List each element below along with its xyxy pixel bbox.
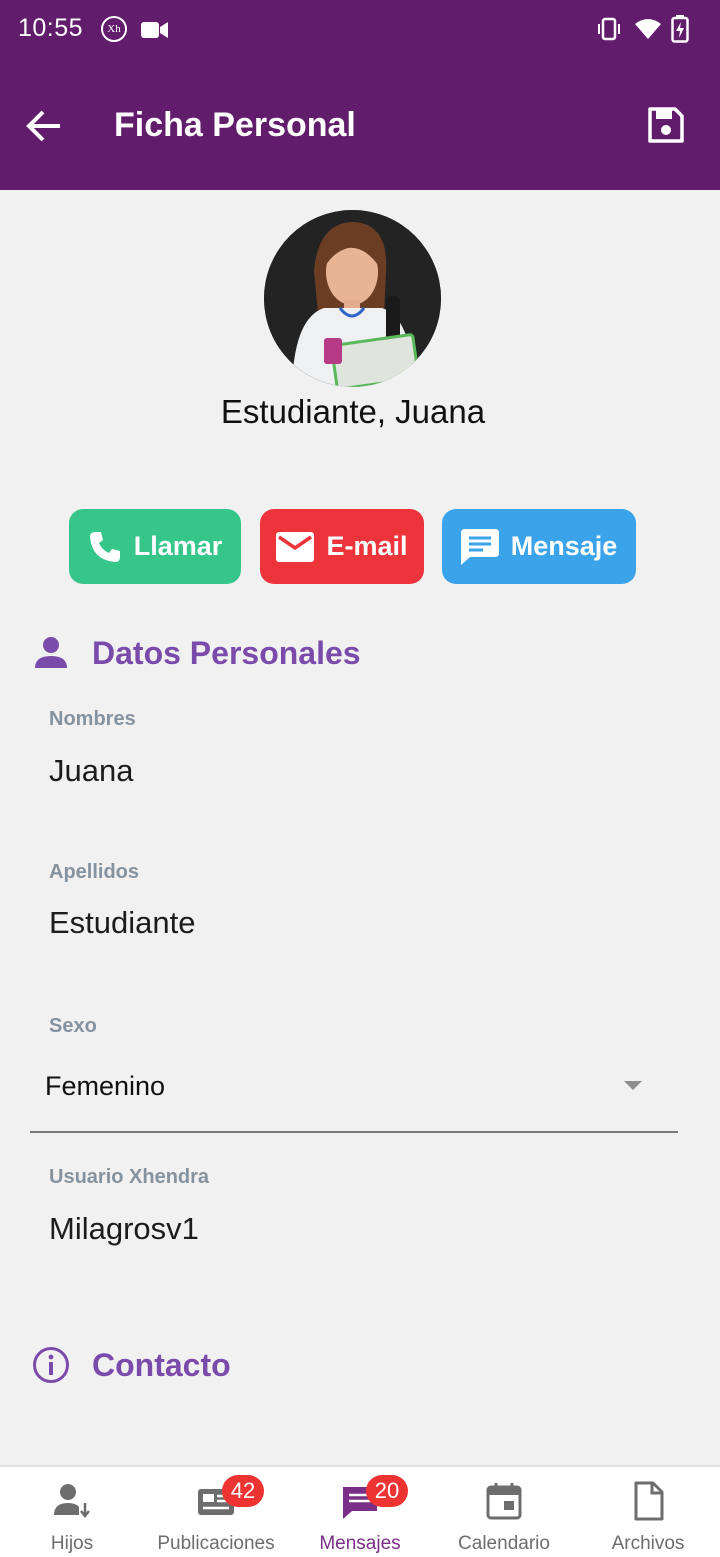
nav-label-calendario: Calendario	[458, 1533, 550, 1554]
first-name-label: Nombres	[49, 708, 136, 730]
nav-item-publicaciones[interactable]: 42 Publicaciones	[144, 1467, 288, 1557]
username-value[interactable]: Milagrosv1	[49, 1211, 199, 1247]
sex-select[interactable]: Femenino	[45, 1071, 165, 1102]
status-time: 10:55	[18, 14, 84, 42]
nav-item-calendario[interactable]: Calendario	[432, 1467, 576, 1557]
wifi-icon	[635, 19, 661, 39]
student-avatar	[264, 210, 441, 387]
nav-label-archivos: Archivos	[611, 1533, 685, 1554]
calendar-icon	[486, 1483, 522, 1520]
page-title: Ficha Personal	[114, 106, 356, 144]
dropdown-arrow-icon[interactable]	[624, 1081, 642, 1090]
back-arrow-icon[interactable]	[24, 106, 64, 146]
nav-item-archivos[interactable]: Archivos	[576, 1467, 720, 1557]
publicaciones-badge: 42	[222, 1475, 264, 1507]
message-button[interactable]: Mensaje	[442, 509, 636, 584]
app-header: 10:55 Xh Ficha Personal	[0, 0, 720, 190]
contact-section-header: Contacto	[32, 1346, 231, 1384]
call-button[interactable]: Llamar	[69, 509, 241, 584]
chat-bubble-icon	[460, 528, 499, 565]
battery-icon	[671, 15, 689, 43]
info-icon	[33, 1347, 69, 1383]
nav-label-hijos: Hijos	[50, 1533, 94, 1554]
first-name-value[interactable]: Juana	[49, 753, 133, 789]
child-user-icon	[54, 1484, 90, 1519]
file-icon	[634, 1481, 664, 1521]
last-name-label: Apellidos	[49, 861, 140, 883]
personal-section-header: Datos Personales	[32, 634, 361, 672]
username-label: Usuario Xhendra	[49, 1166, 210, 1188]
last-name-value[interactable]: Estudiante	[49, 905, 196, 941]
mail-icon	[276, 531, 315, 562]
personal-section-title: Datos Personales	[92, 634, 361, 671]
email-button[interactable]: E-mail	[260, 509, 424, 584]
select-underline	[30, 1131, 678, 1133]
message-label: Mensaje	[510, 531, 618, 561]
contact-section-title: Contacto	[92, 1346, 231, 1383]
person-icon	[35, 637, 67, 668]
phone-icon	[89, 531, 120, 562]
nav-label-mensajes: Mensajes	[319, 1533, 401, 1554]
nav-label-publicaciones: Publicaciones	[157, 1533, 275, 1554]
sex-label: Sexo	[49, 1015, 97, 1037]
bottom-navigation: Hijos 42 Publicaciones 20 Mensajes Calen…	[0, 1465, 720, 1557]
xhendra-notification-icon: Xh	[101, 16, 127, 42]
save-icon[interactable]	[647, 106, 685, 144]
vibrate-icon	[598, 17, 620, 41]
call-label: Llamar	[133, 531, 223, 561]
nav-item-hijos[interactable]: Hijos	[0, 1467, 144, 1557]
student-name: Estudiante, Juana	[220, 393, 486, 430]
status-bar: 10:55 Xh	[0, 0, 720, 60]
nav-item-mensajes[interactable]: 20 Mensajes	[288, 1467, 432, 1557]
email-label: E-mail	[326, 531, 408, 561]
video-camera-icon	[141, 22, 168, 38]
mensajes-badge: 20	[366, 1475, 408, 1507]
